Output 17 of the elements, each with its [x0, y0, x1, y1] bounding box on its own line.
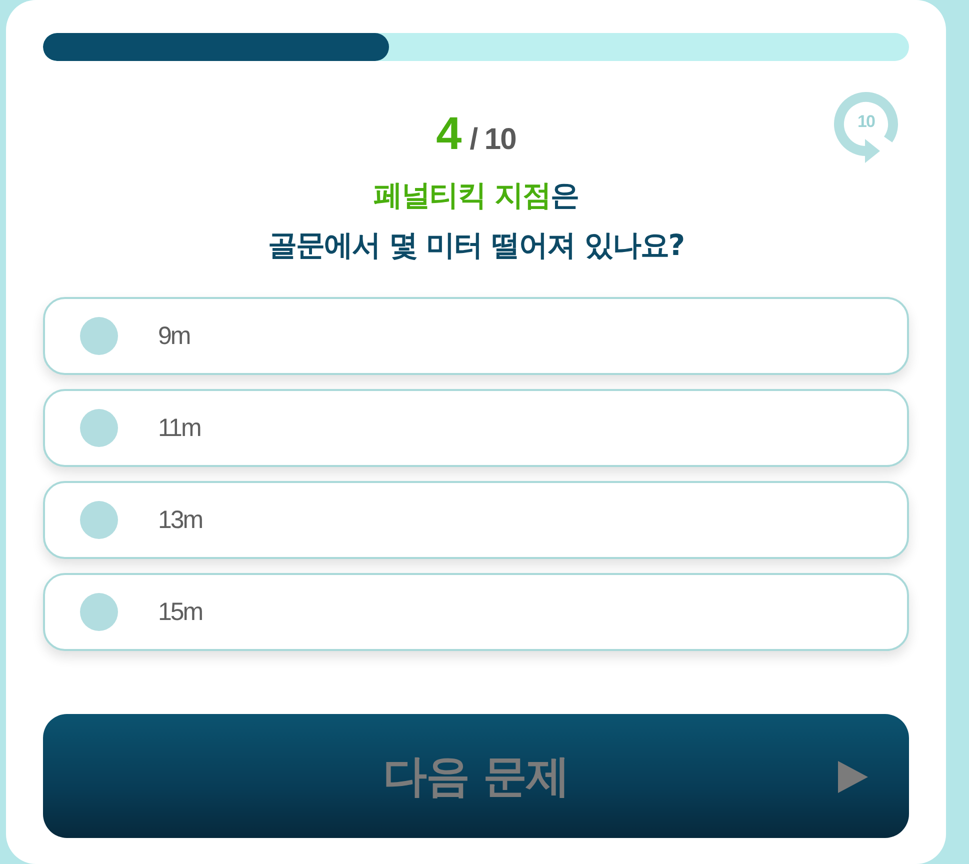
option-label: 9m — [158, 322, 190, 350]
play-icon — [838, 761, 868, 793]
option-label: 11m — [158, 414, 200, 442]
question-total: / 10 — [470, 125, 516, 155]
answer-option[interactable]: 15m — [43, 573, 909, 651]
radio-icon[interactable] — [80, 501, 118, 539]
radio-icon[interactable] — [80, 593, 118, 631]
option-label: 13m — [158, 506, 202, 534]
question-number: 4 — [436, 110, 462, 156]
answer-option[interactable]: 9m — [43, 297, 909, 375]
answer-option[interactable]: 11m — [43, 389, 909, 467]
radio-icon[interactable] — [80, 317, 118, 355]
answer-option[interactable]: 13m — [43, 481, 909, 559]
option-label: 15m — [158, 598, 202, 626]
question-text: 페널티킥 지점은 골문에서 몇 미터 떨어져 있나요? — [266, 177, 686, 264]
timer-count: 10 — [856, 112, 876, 132]
radio-icon[interactable] — [80, 409, 118, 447]
